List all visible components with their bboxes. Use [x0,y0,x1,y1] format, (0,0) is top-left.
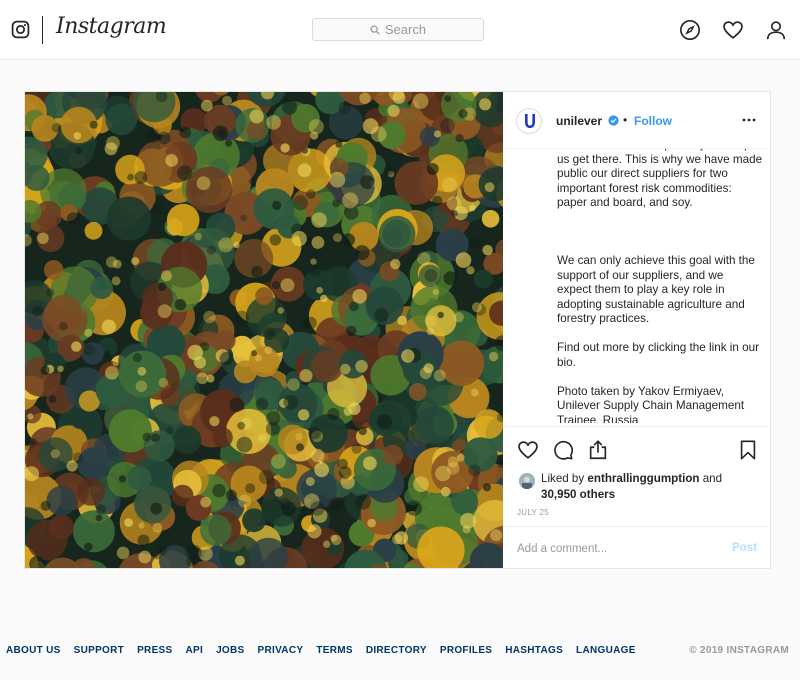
caption-paragraph: We can only achieve this goal with the s… [557,254,755,325]
footer-link-hashtags[interactable]: HASHTAGS [505,645,563,656]
footer-link-directory[interactable]: DIRECTORY [366,645,427,656]
search-placeholder: Search [384,22,427,37]
search-icon [370,25,380,35]
comment-icon[interactable] [552,439,574,461]
instagram-wordmark[interactable]: Instagram [56,14,167,39]
compass-icon[interactable] [679,19,701,41]
footer-link-terms[interactable]: TERMS [316,645,353,656]
footer-link-about-us[interactable]: ABOUT US [6,645,61,656]
footer-link-api[interactable]: API [185,645,203,656]
liked-by-label: Liked by [541,472,585,485]
footer-links: ABOUT US SUPPORT PRESS API JOBS PRIVACY … [6,645,636,656]
caption-paragraph: Find out more by clicking the link in ou… [557,341,760,369]
share-icon[interactable] [587,439,609,461]
top-navigation-bar: Instagram Search [0,0,800,60]
forest-aerial-image [25,92,503,568]
post-actions: Liked by enthrallinggumption and 30,950 … [503,426,771,568]
heart-icon[interactable] [722,19,744,41]
post-comment-button[interactable]: Post [732,542,757,554]
footer-link-jobs[interactable]: JOBS [216,645,244,656]
user-icon[interactable] [765,19,787,41]
post-card: unilever • Follow we believe that transp… [24,91,771,569]
follow-button[interactable]: Follow [634,114,672,128]
caption-paragraph [557,225,765,240]
liker-avatar[interactable] [519,473,535,489]
footer-link-profiles[interactable]: PROFILES [440,645,492,656]
post-photo[interactable] [25,92,503,568]
account-username[interactable]: unilever [556,114,602,128]
likes-and-label: and [702,472,723,485]
footer-link-language[interactable]: LANGUAGE [576,645,636,656]
footer-link-press[interactable]: PRESS [137,645,172,656]
like-heart-icon[interactable] [517,439,539,461]
post-header: unilever • Follow [503,92,771,149]
comment-input[interactable] [517,540,707,558]
post-caption: we believe that transparency will help u… [557,149,765,423]
footer-link-privacy[interactable]: PRIVACY [258,645,304,656]
verified-badge-icon [608,115,619,126]
logo-divider [42,16,43,44]
likes-summary: Liked by enthrallinggumption and 30,950 … [541,471,761,503]
caption-paragraph: Photo taken by Yakov Ermiyaev, Unilever … [557,384,745,424]
post-sidebar: unilever • Follow we believe that transp… [503,92,771,568]
likes-count[interactable]: 30,950 others [541,488,615,501]
bookmark-icon[interactable] [737,439,759,461]
liker-avatar-image [519,473,535,489]
more-options-icon[interactable] [741,112,757,128]
header-separator: • [623,113,628,127]
footer: ABOUT US SUPPORT PRESS API JOBS PRIVACY … [0,645,800,661]
search-box[interactable]: Search [312,18,484,41]
account-avatar[interactable] [516,108,542,134]
unilever-logo-icon [525,114,535,128]
comment-form: Post [503,526,771,569]
caption-paragraph: we believe that transparency will help u… [557,149,763,209]
copyright-notice: © 2019 INSTAGRAM [689,645,789,656]
liker-username[interactable]: enthrallinggumption [587,472,699,485]
post-date[interactable]: JULY 25 [517,508,549,517]
instagram-logo-icon[interactable] [11,20,30,39]
footer-link-support[interactable]: SUPPORT [74,645,124,656]
